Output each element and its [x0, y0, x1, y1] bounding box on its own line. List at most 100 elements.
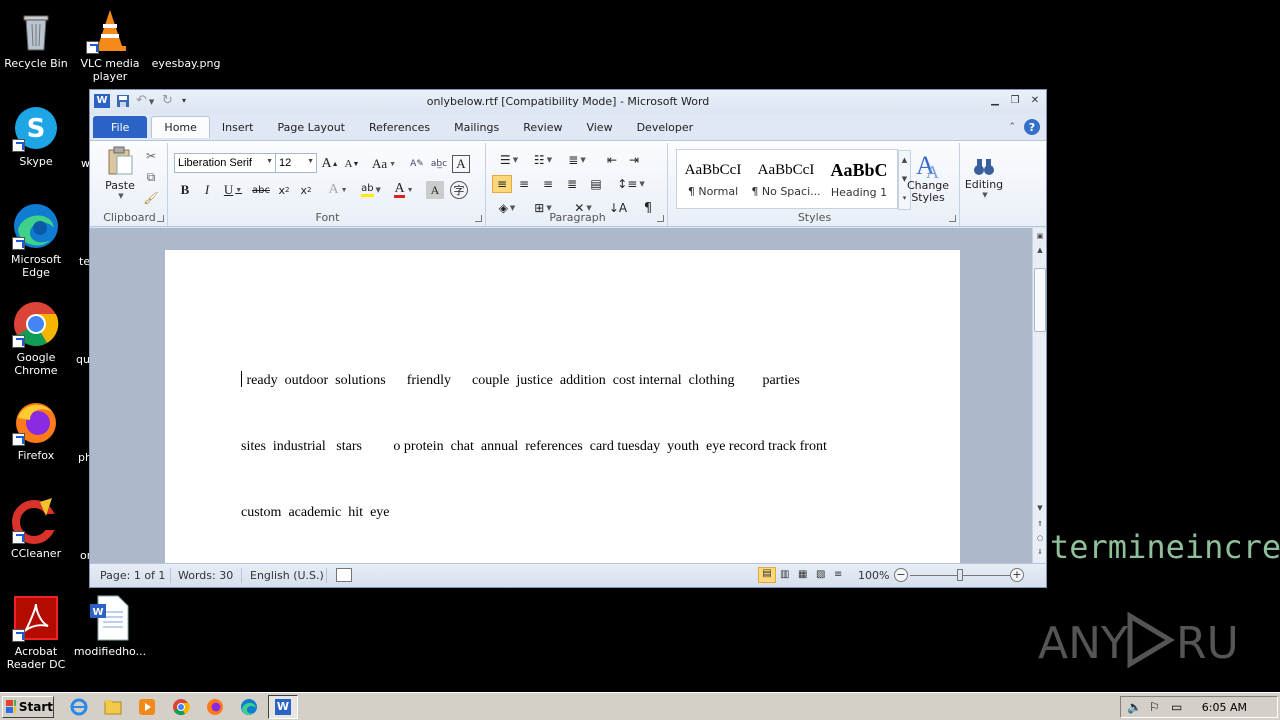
scroll-up-icon[interactable]: ▲	[1033, 244, 1047, 256]
tab-view[interactable]: View	[574, 116, 624, 138]
desktop-icon-chrome[interactable]: Google Chrome	[0, 300, 74, 377]
increase-indent-icon[interactable]: ⇥	[624, 151, 644, 169]
tab-references[interactable]: References	[357, 116, 442, 138]
tab-home[interactable]: Home	[151, 116, 210, 138]
subscript-icon[interactable]: x2	[274, 181, 294, 199]
character-border-icon[interactable]: A	[452, 155, 470, 173]
paragraph-launcher-icon[interactable]	[657, 215, 664, 222]
ruler-toggle-icon[interactable]: ▣	[1033, 230, 1047, 242]
align-center-icon[interactable]: ≡	[514, 175, 534, 193]
media-player-icon[interactable]	[138, 698, 156, 716]
next-page-icon[interactable]: ⇓	[1033, 546, 1047, 558]
tab-developer[interactable]: Developer	[625, 116, 706, 138]
zoom-out-icon[interactable]: −	[894, 568, 908, 582]
numbering-icon[interactable]: ☷ ▼	[528, 151, 558, 169]
desktop-icon-edge[interactable]: Microsoft Edge	[0, 202, 74, 279]
chrome-taskbar-icon[interactable]	[172, 698, 190, 716]
document-area[interactable]: ready outdoor solutions friendly couple …	[90, 228, 1032, 564]
macro-recording-icon[interactable]	[336, 568, 352, 582]
desktop-icon-recycle-bin[interactable]: Recycle Bin	[0, 6, 74, 70]
desktop-icon-vlc[interactable]: VLC media player	[72, 6, 148, 83]
taskbar-clock[interactable]: 6:05 AM	[1202, 701, 1247, 714]
desktop-icon-firefox[interactable]: Firefox	[0, 398, 74, 462]
underline-icon[interactable]: U ▼	[220, 181, 246, 199]
explorer-folder-icon[interactable]	[104, 698, 122, 716]
vertical-scrollbar[interactable]: ▣ ▲ ▼ ⇑ ○ ⇓	[1032, 228, 1046, 564]
desktop-icon-modifiedho[interactable]: W modifiedho...	[72, 594, 148, 658]
status-words[interactable]: Words: 30	[178, 569, 233, 582]
browse-object-icon[interactable]: ○	[1033, 532, 1047, 544]
style-normal[interactable]: AaBbCcI ¶ Normal	[677, 150, 749, 208]
full-screen-reading-icon[interactable]: ▥	[780, 569, 789, 580]
minimize-icon[interactable]: ▁	[988, 94, 1002, 106]
scroll-thumb[interactable]	[1034, 268, 1046, 332]
firefox-taskbar-icon[interactable]	[206, 698, 224, 716]
paste-dropdown-icon[interactable]: ▼	[118, 192, 123, 200]
desktop-icon-eyesbay[interactable]: eyesbay.png	[148, 6, 224, 70]
tab-file[interactable]: File	[93, 116, 148, 138]
clipboard-launcher-icon[interactable]	[157, 215, 164, 222]
align-right-icon[interactable]: ≡	[538, 175, 558, 193]
font-family-select[interactable]: Liberation Serif ▼	[174, 153, 276, 173]
format-painter-icon[interactable]: 🖌	[142, 189, 160, 207]
status-language[interactable]: English (U.S.)	[250, 569, 324, 582]
font-color-icon[interactable]: A ▼	[390, 181, 418, 199]
start-button[interactable]: Start	[2, 696, 54, 718]
strikethrough-icon[interactable]: abc	[250, 181, 272, 199]
change-styles-button[interactable]: AA Change Styles	[906, 147, 950, 207]
shrink-font-icon[interactable]: A ▼	[342, 155, 362, 173]
font-size-select[interactable]: 12 ▼	[275, 153, 317, 173]
web-layout-icon[interactable]: ▦	[798, 569, 807, 580]
cut-icon[interactable]: ✂	[142, 147, 160, 165]
styles-launcher-icon[interactable]	[949, 215, 956, 222]
font-launcher-icon[interactable]	[475, 215, 482, 222]
style-no-spacing[interactable]: AaBbCcI ¶ No Spaci...	[750, 150, 822, 208]
distributed-icon[interactable]: ▤	[586, 175, 606, 193]
draft-view-icon[interactable]: ≡	[834, 569, 842, 580]
volume-icon[interactable]: 🔈	[1127, 700, 1142, 714]
phonetic-guide-icon[interactable]: ab̲c	[430, 155, 448, 173]
tab-page-layout[interactable]: Page Layout	[265, 116, 357, 138]
multilevel-list-icon[interactable]: ≣ ▼	[562, 151, 592, 169]
ie-icon[interactable]	[70, 698, 88, 716]
title-bar[interactable]: W ↶ ▼ ↻ ▾ onlybelow.rtf [Compatibility Mo…	[90, 90, 1046, 114]
desktop-icon-ccleaner[interactable]: CCleaner	[0, 496, 74, 560]
document-page[interactable]: ready outdoor solutions friendly couple …	[165, 250, 960, 564]
bold-icon[interactable]: B	[176, 181, 194, 199]
help-icon[interactable]: ?	[1024, 119, 1040, 135]
scroll-down-icon[interactable]: ▼	[1033, 502, 1047, 514]
close-icon[interactable]: ✕	[1028, 94, 1042, 106]
align-left-icon[interactable]: ≡	[492, 175, 512, 193]
desktop-icon-acrobat[interactable]: Acrobat Reader DC	[0, 594, 74, 671]
grow-font-icon[interactable]: A ▲	[320, 155, 340, 173]
bullets-icon[interactable]: ☰ ▼	[494, 151, 524, 169]
previous-page-icon[interactable]: ⇑	[1033, 518, 1047, 530]
superscript-icon[interactable]: x2	[296, 181, 316, 199]
edge-taskbar-icon[interactable]	[240, 698, 258, 716]
tab-mailings[interactable]: Mailings	[442, 116, 511, 138]
network-icon[interactable]: ▭	[1171, 700, 1182, 714]
enclose-characters-icon[interactable]: 字	[450, 181, 468, 199]
style-heading-1[interactable]: AaBbC Heading 1	[823, 150, 895, 208]
outline-view-icon[interactable]: ▧	[816, 569, 825, 580]
clear-formatting-icon[interactable]: A✎	[408, 155, 426, 173]
tab-review[interactable]: Review	[511, 116, 574, 138]
desktop-icon-skype[interactable]: S Skype	[0, 104, 74, 168]
tab-insert[interactable]: Insert	[210, 116, 266, 138]
print-layout-view-icon[interactable]: ▤	[758, 567, 776, 583]
flag-icon[interactable]: ⚐	[1149, 700, 1160, 714]
decrease-indent-icon[interactable]: ⇤	[602, 151, 622, 169]
text-effects-icon[interactable]: A ▼	[326, 181, 350, 199]
highlight-color-icon[interactable]: ab ▼	[356, 181, 386, 199]
italic-icon[interactable]: I	[198, 181, 216, 199]
status-page[interactable]: Page: 1 of 1	[100, 569, 165, 582]
paste-button[interactable]: Paste ▼	[100, 145, 140, 201]
change-case-button[interactable]: Aa ▼	[370, 155, 398, 173]
line-spacing-icon[interactable]: ↕≡ ▼	[616, 175, 646, 193]
zoom-level[interactable]: 100%	[858, 569, 889, 582]
word-taskbar-button[interactable]: W	[268, 695, 298, 719]
zoom-slider-thumb[interactable]	[957, 569, 963, 581]
document-body[interactable]: ready outdoor solutions friendly couple …	[241, 326, 881, 564]
editing-button[interactable]: Editing ▼	[964, 149, 1004, 205]
zoom-in-icon[interactable]: +	[1010, 568, 1024, 582]
